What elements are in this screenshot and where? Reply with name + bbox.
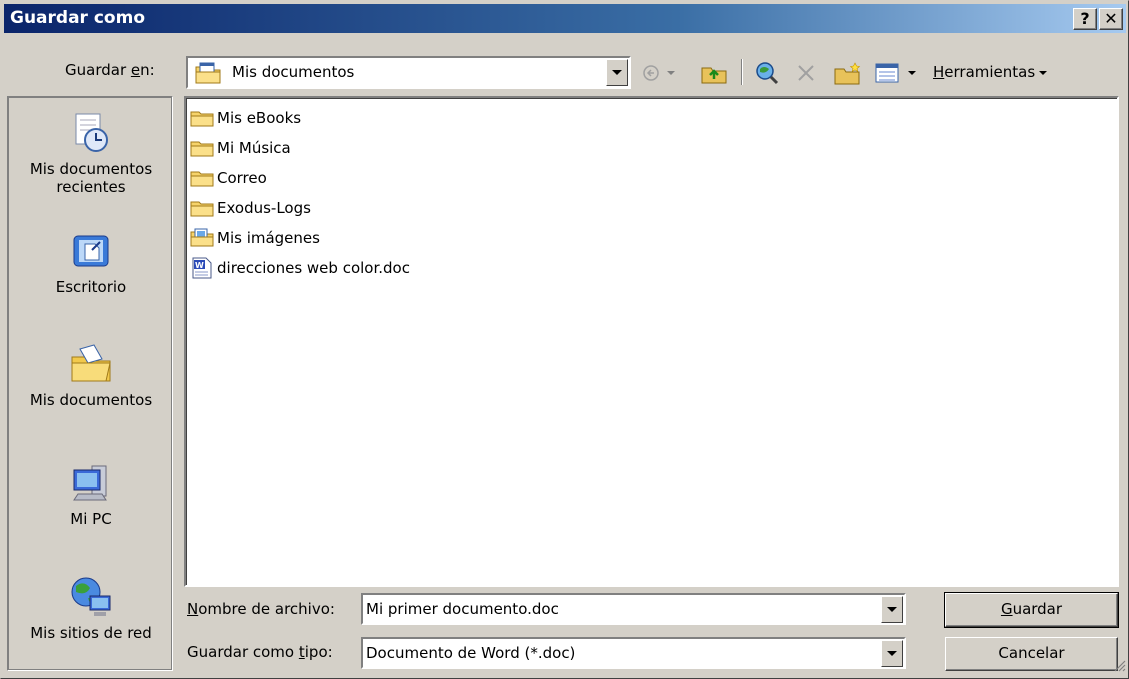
file-name: Correo xyxy=(217,169,267,187)
new-folder-icon[interactable] xyxy=(831,61,865,85)
places-bar: Mis documentos recientes Escritorio Mis … xyxy=(7,96,173,671)
place-my-documents[interactable]: Mis documentos xyxy=(9,341,173,409)
file-name: Mis imágenes xyxy=(217,229,320,247)
filetype-label-text: Guardar como xyxy=(187,643,299,661)
filetype-label-text-end: ipo: xyxy=(304,643,333,661)
filetype-label: Guardar como tipo: xyxy=(187,643,333,661)
place-label: Mi PC xyxy=(70,510,112,528)
my-documents-icon xyxy=(194,61,222,89)
title-bar[interactable]: Guardar como ? ✕ xyxy=(4,4,1126,33)
file-list[interactable]: Mis eBooks Mi Música Correo Exodus-Logs … xyxy=(184,96,1119,587)
save-in-label-text: Guardar xyxy=(65,61,131,79)
places-bar-inner: Mis documentos recientes Escritorio Mis … xyxy=(9,98,171,669)
place-recent-documents[interactable]: Mis documentos recientes xyxy=(9,110,173,196)
place-label: Mis documentos xyxy=(29,391,153,409)
save-button[interactable]: Guardar xyxy=(944,592,1119,628)
folder-icon xyxy=(190,111,214,127)
back-icon[interactable] xyxy=(639,61,681,85)
resize-grip-icon[interactable] xyxy=(1112,658,1126,676)
search-web-icon[interactable] xyxy=(751,61,783,85)
views-icon[interactable] xyxy=(873,61,925,85)
list-item[interactable]: Mi Música xyxy=(190,133,291,163)
filename-label-text: ombre de archivo: xyxy=(198,600,335,618)
filename-dropdown-button[interactable] xyxy=(881,596,903,623)
tools-menu-label: erramientas xyxy=(944,63,1036,81)
filetype-dropdown-button[interactable] xyxy=(881,640,903,667)
recent-documents-icon xyxy=(9,110,173,156)
up-folder-icon[interactable] xyxy=(696,61,732,85)
list-item[interactable]: W direcciones web color.doc xyxy=(190,253,410,283)
filetype-value: Documento de Word (*.doc) xyxy=(366,644,576,662)
place-network[interactable]: Mis sitios de red xyxy=(9,574,173,642)
my-documents-icon xyxy=(9,341,173,387)
folder-icon xyxy=(190,141,214,157)
filename-label: Nombre de archivo: xyxy=(187,600,335,618)
save-in-value: Mis documentos xyxy=(232,63,355,81)
list-item[interactable]: Mis eBooks xyxy=(190,103,301,133)
place-label: Mis documentos recientes xyxy=(29,160,153,196)
svg-text:W: W xyxy=(195,261,204,270)
dialog-title: Guardar como xyxy=(10,8,146,28)
filename-input[interactable]: Mi primer documento.doc xyxy=(366,600,559,618)
tools-menu[interactable]: Herramientas xyxy=(933,63,1048,81)
list-item[interactable]: Exodus-Logs xyxy=(190,193,311,223)
save-in-label: Guardar en: xyxy=(65,61,155,79)
filetype-dropdown[interactable]: Documento de Word (*.doc) xyxy=(361,637,906,669)
file-name: Exodus-Logs xyxy=(217,199,311,217)
chevron-down-icon xyxy=(887,607,897,612)
chevron-down-icon xyxy=(612,70,622,75)
save-button-accel: G xyxy=(1000,600,1013,618)
save-as-dialog: Guardar como ? ✕ Guardar en: Mis documen… xyxy=(0,0,1129,679)
close-button[interactable]: ✕ xyxy=(1099,8,1123,30)
network-places-icon xyxy=(9,574,173,620)
chevron-down-icon xyxy=(1039,70,1048,75)
file-name: direcciones web color.doc xyxy=(217,259,410,277)
place-label: Mis sitios de red xyxy=(30,624,152,642)
place-label: Escritorio xyxy=(55,278,127,296)
pictures-folder-icon xyxy=(190,228,214,247)
save-in-label-text-end: n: xyxy=(140,61,155,79)
folder-icon xyxy=(190,201,214,217)
place-desktop[interactable]: Escritorio xyxy=(9,228,173,296)
cancel-button[interactable]: Cancelar xyxy=(945,637,1118,671)
folder-icon xyxy=(190,171,214,187)
save-button-label: uardar xyxy=(1012,600,1063,618)
place-my-computer[interactable]: Mi PC xyxy=(9,460,173,528)
word-document-icon: W xyxy=(192,257,212,279)
help-button[interactable]: ? xyxy=(1073,8,1097,30)
my-computer-icon xyxy=(9,460,173,506)
filename-label-accel: N xyxy=(187,600,199,618)
toolbar-separator xyxy=(741,59,743,85)
file-name: Mi Música xyxy=(217,139,291,157)
tools-menu-accel: H xyxy=(933,63,945,81)
save-in-dropdown[interactable]: Mis documentos xyxy=(186,56,631,89)
file-name: Mis eBooks xyxy=(217,109,302,127)
desktop-icon xyxy=(9,228,173,274)
chevron-down-icon xyxy=(887,651,897,656)
save-in-dropdown-button[interactable] xyxy=(606,59,628,86)
list-item[interactable]: Mis imágenes xyxy=(190,223,320,253)
list-item[interactable]: Correo xyxy=(190,163,267,193)
save-in-label-accel: e xyxy=(130,61,141,79)
delete-icon[interactable] xyxy=(791,61,821,85)
filename-combo[interactable]: Mi primer documento.doc xyxy=(361,593,906,625)
